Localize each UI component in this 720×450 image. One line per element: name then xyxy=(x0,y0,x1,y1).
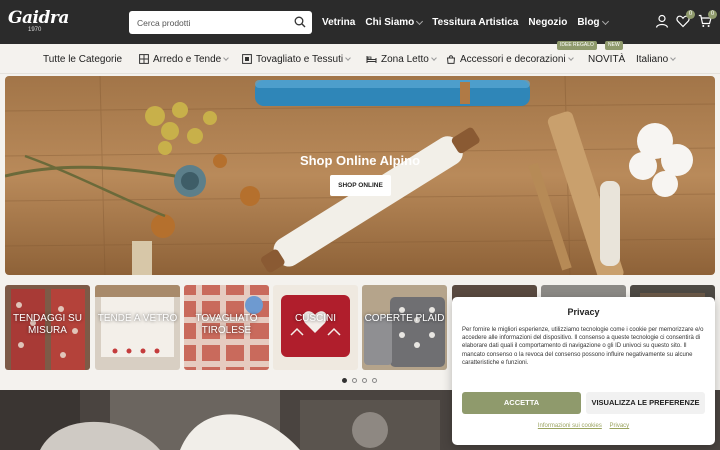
logo-wordmark: Gaidra xyxy=(8,8,69,28)
category-accessori-decorazioni[interactable]: Accessori e decorazioni xyxy=(446,44,574,74)
privacy-title: Privacy xyxy=(567,307,600,317)
nav-item-vetrina[interactable]: Vetrina xyxy=(322,17,355,28)
hero-banner: Shop Online Alpino SHOP ONLINE xyxy=(5,76,715,275)
bag-icon xyxy=(446,55,456,64)
nav-item-chi-siamo[interactable]: Chi Siamo xyxy=(365,17,424,28)
user-icon[interactable] xyxy=(655,14,669,28)
tile-label: CUSCINI xyxy=(294,313,337,324)
chevron-down-icon xyxy=(430,55,437,61)
privacy-links: Informazioni sui cookies Privacy xyxy=(452,423,715,429)
main-nav: Vetrina Chi Siamo Tessitura Artistica Ne… xyxy=(322,0,618,44)
tile-image xyxy=(95,285,180,370)
language-selector[interactable]: Italiano xyxy=(636,44,677,74)
tile-image xyxy=(362,285,447,370)
privacy-consent-dialog: Privacy Per fornire le migliori esperien… xyxy=(452,297,715,445)
tile-tovagliato[interactable]: TOVAGLIATO TIROLESE xyxy=(184,285,269,370)
category-arredo-tende[interactable]: Arredo e Tende xyxy=(139,44,230,74)
shop-online-button[interactable]: SHOP ONLINE xyxy=(330,175,391,196)
carousel-dot[interactable] xyxy=(372,378,377,383)
category-tovagliato-tessuti[interactable]: Tovagliato e Tessuti xyxy=(242,44,351,74)
tile-label: TENDE A VETRO xyxy=(97,313,178,324)
search-box xyxy=(129,11,312,34)
wishlist-count-badge: 0 xyxy=(686,10,695,19)
tile-tende-vetro[interactable]: TENDE A VETRO xyxy=(95,285,180,370)
table-cloth-icon xyxy=(242,54,252,64)
view-preferences-button[interactable]: VISUALIZZA LE PREFERENZE xyxy=(586,392,705,414)
nav-item-blog[interactable]: Blog xyxy=(577,17,609,28)
chevron-down-icon xyxy=(567,55,574,61)
wishlist-button[interactable]: 0 xyxy=(676,10,695,28)
tile-coperte[interactable]: COPERTE PLAID xyxy=(362,285,447,370)
accept-button[interactable]: ACCETTA xyxy=(462,392,581,414)
nav-item-negozio[interactable]: Negozio xyxy=(528,17,567,28)
cart-button[interactable]: 0 xyxy=(698,10,717,28)
privacy-body-text: Per fornire le migliori esperienze, util… xyxy=(462,327,704,366)
search-icon[interactable] xyxy=(294,16,306,28)
chevron-down-icon xyxy=(345,55,351,61)
category-zona-letto[interactable]: Zona Letto xyxy=(366,44,437,74)
chevron-down-icon xyxy=(601,17,609,25)
chevron-down-icon xyxy=(670,55,677,61)
category-all[interactable]: Tutte le Categorie xyxy=(43,44,122,74)
tile-label: TENDAGGI SU MISURA xyxy=(13,313,82,336)
chevron-down-icon xyxy=(416,17,424,25)
tile-image xyxy=(273,285,358,370)
cart-count-badge: 0 xyxy=(708,10,717,19)
cookie-info-link[interactable]: Informazioni sui cookies xyxy=(538,423,602,429)
hero-title: Shop Online Alpino xyxy=(299,153,421,168)
carousel-dot[interactable] xyxy=(342,378,347,383)
privacy-policy-link[interactable]: Privacy xyxy=(610,423,630,429)
tile-label: TOVAGLIATO TIROLESE xyxy=(195,313,258,336)
bed-icon xyxy=(366,56,377,63)
carousel-pagination xyxy=(342,378,382,383)
carousel-dot[interactable] xyxy=(352,378,357,383)
carousel-dot[interactable] xyxy=(362,378,367,383)
gift-idea-tag: IDEE REGALO xyxy=(557,41,597,50)
search-input[interactable] xyxy=(129,11,289,34)
new-tag: NEW xyxy=(605,41,623,50)
tile-tendaggi[interactable]: TENDAGGI SU MISURA xyxy=(5,285,90,370)
logo[interactable]: Gaidra 1970 xyxy=(8,8,69,35)
tile-label: COPERTE PLAID xyxy=(364,313,445,324)
chevron-down-icon xyxy=(223,55,230,61)
site-header: Gaidra 1970 Vetrina Chi Siamo Tessitura … xyxy=(0,0,720,44)
nav-item-tessitura-artistica[interactable]: Tessitura Artistica xyxy=(432,17,518,28)
window-icon xyxy=(139,54,149,64)
tile-cuscini[interactable]: CUSCINI xyxy=(273,285,358,370)
logo-year: 1970 xyxy=(28,27,42,33)
